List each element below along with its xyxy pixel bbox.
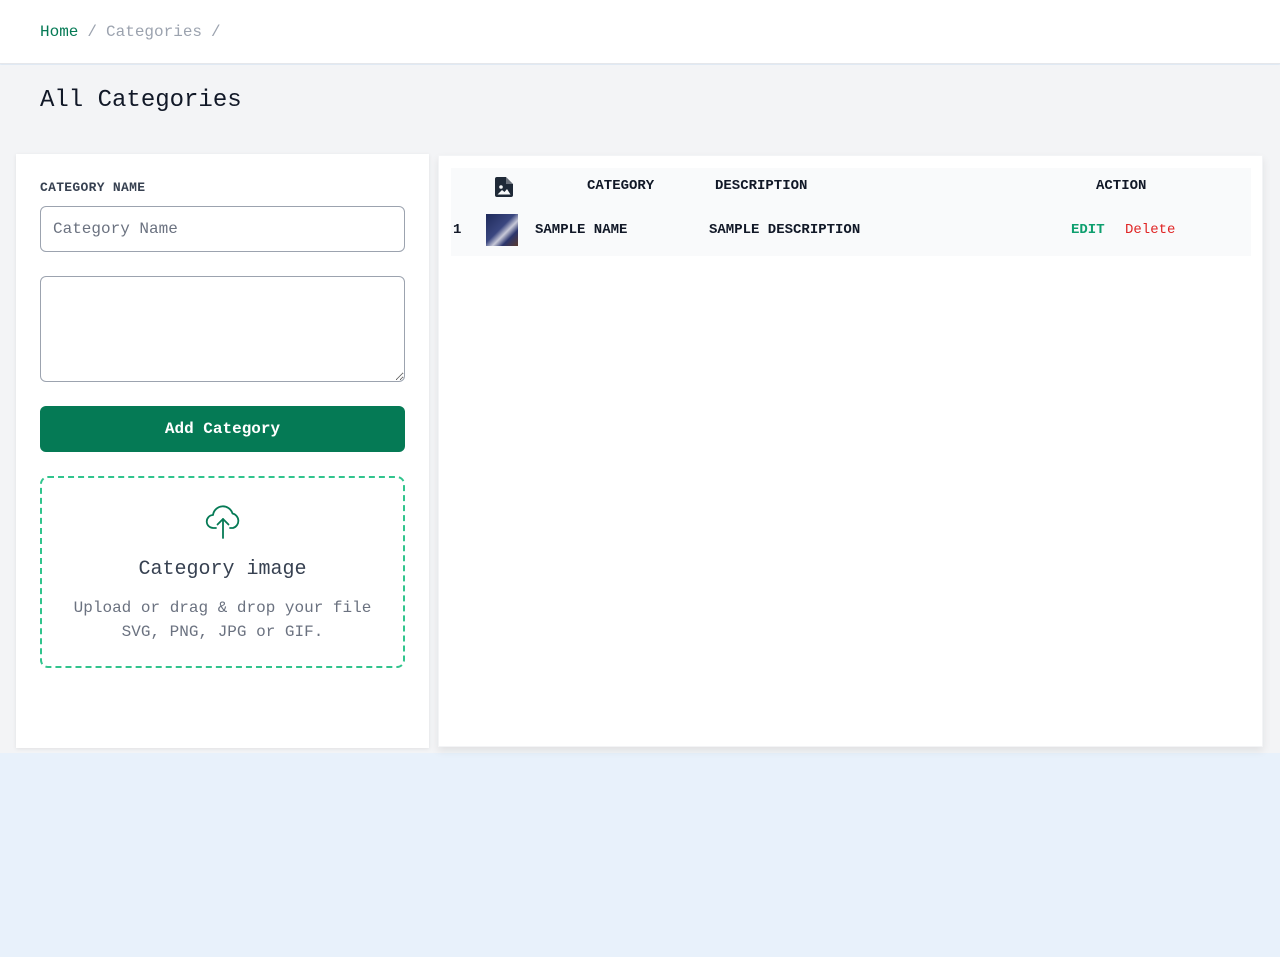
- row-category-name: SAMPLE NAME: [535, 222, 628, 238]
- dropzone-hint: Upload or drag & drop your file SVG, PNG…: [42, 596, 403, 644]
- column-header-description: DESCRIPTION: [715, 178, 808, 194]
- row-index: 1: [453, 222, 462, 238]
- column-header-action: ACTION: [1096, 178, 1147, 194]
- category-name-label: CATEGORY NAME: [40, 180, 146, 195]
- breadcrumb-separator: /: [211, 23, 221, 41]
- category-name-input[interactable]: [40, 206, 405, 252]
- top-bar: Home / Categories /: [0, 0, 1280, 64]
- edit-link[interactable]: EDIT: [1071, 222, 1105, 238]
- breadcrumb: Home / Categories /: [40, 22, 221, 42]
- delete-link[interactable]: Delete: [1125, 222, 1175, 238]
- image-file-icon: [495, 177, 513, 197]
- dropzone-hint-line: Upload or drag & drop your file: [73, 599, 372, 617]
- column-header-category: CATEGORY: [587, 178, 655, 194]
- cloud-upload-icon: [205, 505, 240, 539]
- breadcrumb-current: Categories: [106, 23, 203, 41]
- dropzone-title: Category image: [138, 558, 307, 581]
- main-content: All Categories CATEGORY NAME Add Categor…: [0, 65, 1280, 753]
- categories-table: CATEGORY DESCRIPTION ACTION 1 SAMPLE NAM…: [451, 168, 1251, 256]
- add-category-button[interactable]: Add Category: [40, 406, 405, 452]
- breadcrumb-home-link[interactable]: Home: [40, 22, 78, 42]
- row-category-description: SAMPLE DESCRIPTION: [709, 222, 861, 238]
- category-thumbnail: [486, 214, 518, 246]
- breadcrumb-separator: /: [87, 23, 98, 41]
- categories-table-card: CATEGORY DESCRIPTION ACTION 1 SAMPLE NAM…: [438, 155, 1263, 747]
- page-title: All Categories: [40, 87, 242, 114]
- category-image-dropzone[interactable]: Category image Upload or drag & drop you…: [40, 476, 405, 668]
- add-category-form: CATEGORY NAME Add Category Category imag…: [16, 154, 429, 748]
- dropzone-formats: SVG, PNG, JPG or GIF.: [121, 623, 324, 641]
- category-description-textarea[interactable]: [40, 276, 405, 382]
